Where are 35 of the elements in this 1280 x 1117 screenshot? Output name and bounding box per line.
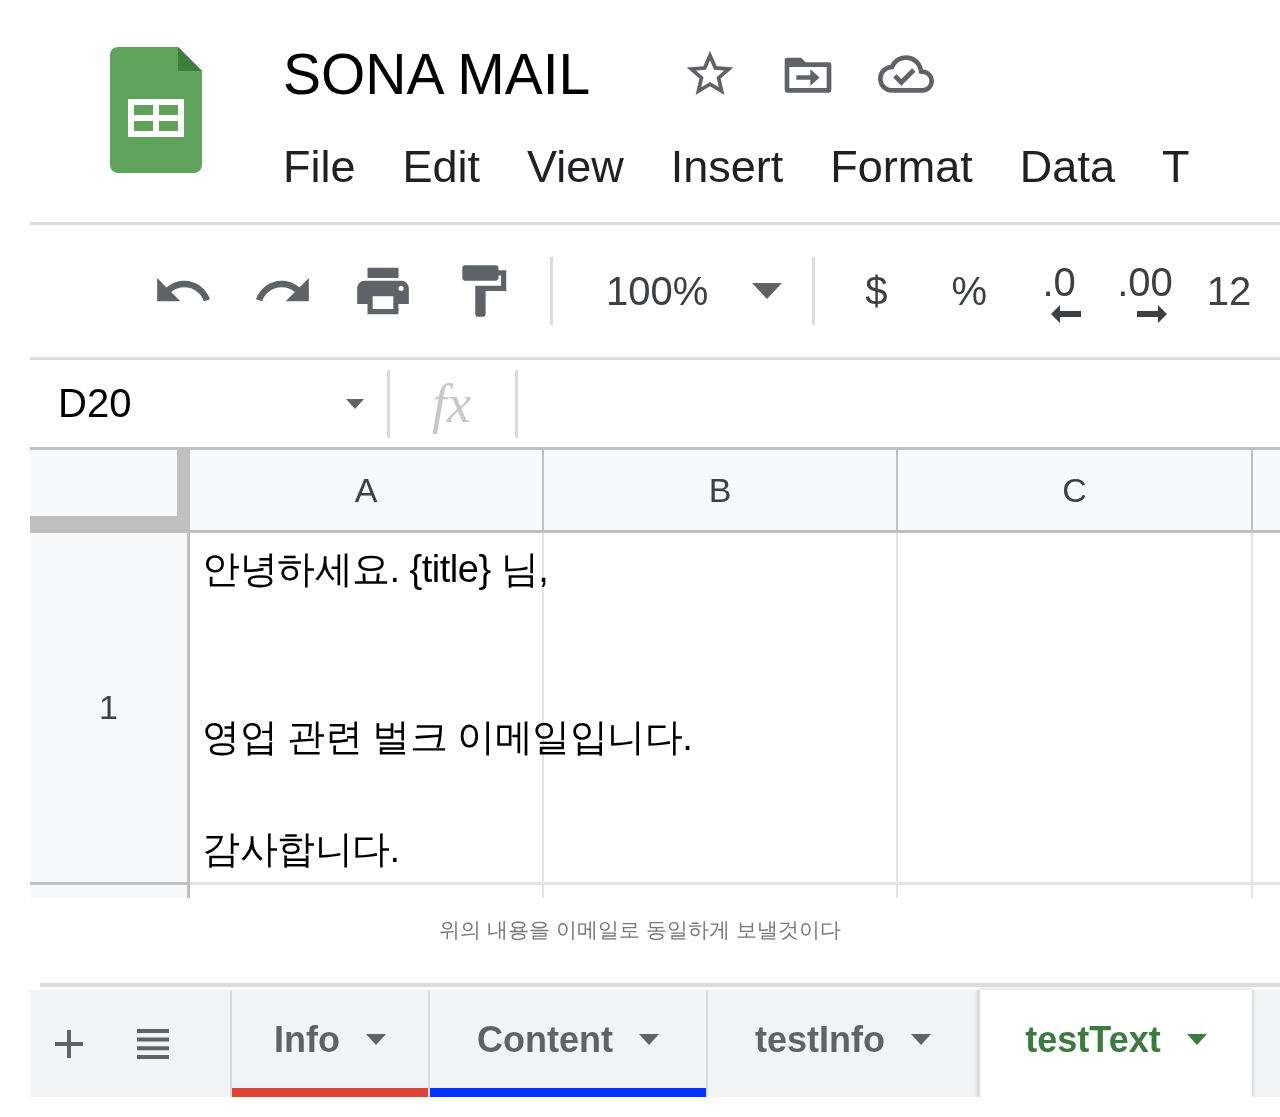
image-caption: 위의 내용을 이메일로 동일하게 보낼것이다: [439, 918, 841, 941]
name-box[interactable]: D20: [30, 381, 338, 426]
table-cell-text: 안녕하세요. {title} 님, 영업 관련 벌크 이메일입니다. 감사합니다.: [201, 547, 693, 871]
caret-icon[interactable]: [911, 1034, 931, 1045]
zoom-dropdown[interactable]: 100%: [606, 268, 709, 314]
caret-icon[interactable]: [639, 1034, 659, 1045]
caret-icon[interactable]: [1186, 1034, 1207, 1045]
menu-item[interactable]: Format: [830, 141, 973, 193]
sheet-list-icon[interactable]: [137, 1028, 169, 1059]
currency-button[interactable]: $: [865, 256, 888, 326]
caret-icon[interactable]: [346, 398, 364, 409]
more-formats-button[interactable]: 12: [1206, 256, 1252, 326]
column-header[interactable]: C: [898, 450, 1253, 533]
menu-item[interactable]: Insert: [670, 141, 784, 193]
sheet-tab[interactable]: Info: [230, 990, 428, 1097]
menu-item[interactable]: Edit: [402, 141, 481, 193]
increase-decimals-button[interactable]: .00: [1117, 256, 1173, 326]
left-arrow-icon: [1051, 304, 1082, 323]
add-sheet-icon[interactable]: [55, 1029, 83, 1058]
document-title[interactable]: SONA MAIL: [283, 47, 591, 101]
menu-item[interactable]: T: [1161, 141, 1190, 193]
menu-item[interactable]: File: [283, 141, 356, 193]
column-header[interactable]: B: [544, 450, 898, 533]
decrease-decimals-button[interactable]: .0: [1037, 256, 1082, 326]
right-arrow-icon: [1136, 304, 1167, 323]
caret-icon[interactable]: [366, 1034, 386, 1045]
sheet-tab[interactable]: Content: [428, 990, 706, 1097]
row-header[interactable]: 1: [30, 533, 190, 885]
sheet-tab[interactable]: testText: [978, 990, 1252, 1097]
menu-item[interactable]: View: [527, 141, 624, 193]
column-header[interactable]: A: [190, 450, 544, 533]
menu-item[interactable]: Data: [1019, 141, 1115, 193]
spreadsheet-logo-icon[interactable]: [110, 47, 202, 173]
percent-button[interactable]: %: [951, 256, 988, 326]
caret-icon[interactable]: [752, 283, 783, 299]
